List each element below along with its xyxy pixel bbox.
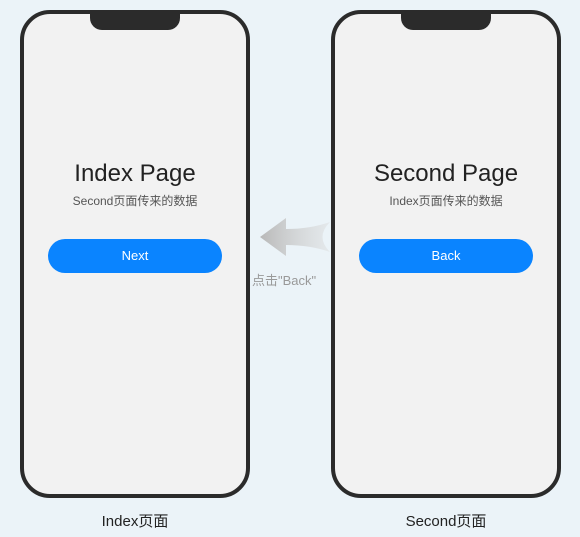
index-page-title: Index Page (48, 160, 222, 188)
arrow-caption: 点击"Back" (252, 270, 316, 289)
index-screen-content: Index Page Second页面传来的数据 Next (24, 160, 246, 273)
second-page-subtitle: Index页面传来的数据 (359, 192, 533, 209)
phone-index: Index Page Second页面传来的数据 Next (20, 10, 250, 498)
phone-notch (401, 14, 491, 30)
caption-second: Second页面 (331, 510, 561, 531)
phone-notch (90, 14, 180, 30)
index-page-subtitle: Second页面传来的数据 (48, 192, 222, 209)
arrow-left-icon (260, 212, 330, 262)
second-page-title: Second Page (359, 160, 533, 188)
phone-second: Second Page Index页面传来的数据 Back (331, 10, 561, 498)
next-button[interactable]: Next (48, 239, 222, 273)
back-button[interactable]: Back (359, 239, 533, 273)
second-screen-content: Second Page Index页面传来的数据 Back (335, 160, 557, 273)
caption-index: Index页面 (20, 510, 250, 531)
